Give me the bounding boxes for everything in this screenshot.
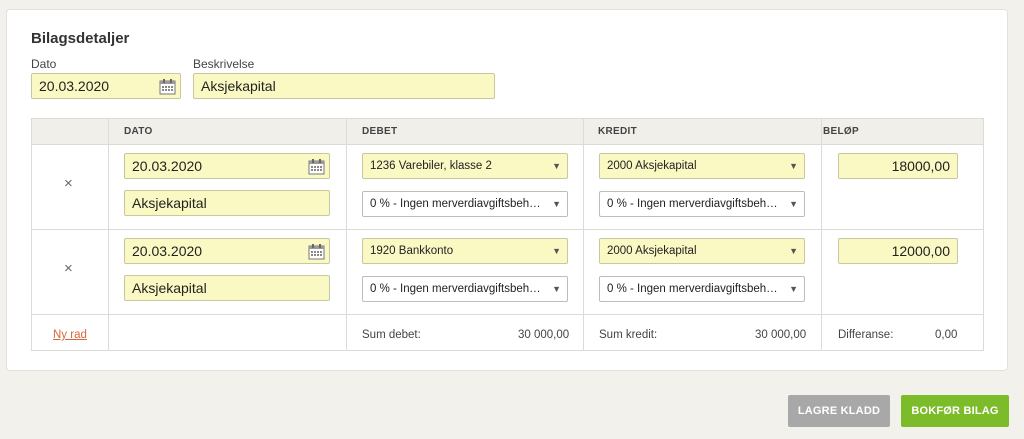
row-2-amount-input[interactable]: 12000,00 xyxy=(838,238,958,264)
row-divider xyxy=(32,229,983,230)
row-1-date-value: 20.03.2020 xyxy=(132,158,203,174)
row-2-credit-vat-value: 0 % - Ingen merverdiavgiftsbehandling xyxy=(607,283,804,295)
table-header: DATO DEBET KREDIT BELØP xyxy=(32,119,983,145)
post-voucher-button[interactable]: BOKFØR BILAG xyxy=(901,395,1009,427)
voucher-date-input[interactable]: 20.03.2020 xyxy=(31,73,181,99)
row-2-debit-vat-select[interactable]: 0 % - Ingen merverdiavgiftsbehandling ▼ xyxy=(362,276,568,302)
calendar-icon[interactable] xyxy=(308,243,325,260)
row-1-description-input[interactable]: Aksjekapital xyxy=(124,190,330,216)
row-1-credit-vat-select[interactable]: 0 % - Ingen merverdiavgiftsbehandling ▼ xyxy=(599,191,805,217)
row-1-debit-account-value: 1236 Varebiler, klasse 2 xyxy=(370,160,492,172)
sum-debit-value: 30 000,00 xyxy=(518,329,570,341)
row-1-debit-vat-select[interactable]: 0 % - Ingen merverdiavgiftsbehandling ▼ xyxy=(362,191,568,217)
difference-label: Differanse: xyxy=(838,329,894,341)
row-2-credit-account-value: 2000 Aksjekapital xyxy=(607,245,697,257)
column-header-credit: KREDIT xyxy=(598,126,638,137)
row-2-date-value: 20.03.2020 xyxy=(132,243,203,259)
voucher-date-value: 20.03.2020 xyxy=(39,78,110,94)
row-1-credit-account-select[interactable]: 2000 Aksjekapital ▼ xyxy=(599,153,805,179)
sum-debit-label: Sum debet: xyxy=(362,329,421,341)
column-header-debit: DEBET xyxy=(362,126,398,137)
entries-table: DATO DEBET KREDIT BELØP × 20.03.2020 Aks… xyxy=(31,118,984,351)
row-1-credit-vat-value: 0 % - Ingen merverdiavgiftsbehandling xyxy=(607,198,804,210)
description-label: Beskrivelse xyxy=(193,57,255,71)
row-1-debit-account-select[interactable]: 1236 Varebiler, klasse 2 ▼ xyxy=(362,153,568,179)
column-divider xyxy=(346,119,347,350)
chevron-down-icon: ▼ xyxy=(552,246,561,256)
row-2-debit-account-select[interactable]: 1920 Bankkonto ▼ xyxy=(362,238,568,264)
row-2-description-input[interactable]: Aksjekapital xyxy=(124,275,330,301)
row-1-date-input[interactable]: 20.03.2020 xyxy=(124,153,330,179)
row-1-debit-vat-value: 0 % - Ingen merverdiavgiftsbehandling xyxy=(370,198,567,210)
chevron-down-icon: ▼ xyxy=(789,199,798,209)
chevron-down-icon: ▼ xyxy=(789,284,798,294)
sum-credit-value: 30 000,00 xyxy=(755,329,807,341)
chevron-down-icon: ▼ xyxy=(552,199,561,209)
column-header-date: DATO xyxy=(124,126,153,137)
column-divider xyxy=(821,119,822,350)
sum-credit-label: Sum kredit: xyxy=(599,329,658,341)
calendar-icon[interactable] xyxy=(159,78,176,95)
row-1-credit-account-value: 2000 Aksjekapital xyxy=(607,160,697,172)
date-label: Dato xyxy=(31,57,57,71)
row-divider xyxy=(32,314,983,315)
calendar-icon[interactable] xyxy=(308,158,325,175)
add-row-link[interactable]: Ny rad xyxy=(53,329,87,341)
column-divider xyxy=(583,119,584,350)
row-2-date-input[interactable]: 20.03.2020 xyxy=(124,238,330,264)
voucher-details-card: Bilagsdetaljer Dato 20.03.2020 Beskrivel… xyxy=(6,9,1008,371)
section-title: Bilagsdetaljer xyxy=(31,30,130,47)
row-2-credit-account-select[interactable]: 2000 Aksjekapital ▼ xyxy=(599,238,805,264)
voucher-description-input[interactable]: Aksjekapital xyxy=(193,73,495,99)
column-divider xyxy=(108,119,109,350)
row-1-amount-input[interactable]: 18000,00 xyxy=(838,153,958,179)
difference-value: 0,00 xyxy=(935,329,958,341)
save-draft-button[interactable]: LAGRE KLADD xyxy=(788,395,890,427)
row-2-credit-vat-select[interactable]: 0 % - Ingen merverdiavgiftsbehandling ▼ xyxy=(599,276,805,302)
column-header-amount: BELØP xyxy=(823,126,859,137)
chevron-down-icon: ▼ xyxy=(552,161,561,171)
row-2-debit-account-value: 1920 Bankkonto xyxy=(370,245,454,257)
remove-row-1-icon[interactable]: × xyxy=(64,175,73,192)
chevron-down-icon: ▼ xyxy=(789,246,798,256)
chevron-down-icon: ▼ xyxy=(789,161,798,171)
row-2-debit-vat-value: 0 % - Ingen merverdiavgiftsbehandling xyxy=(370,283,567,295)
chevron-down-icon: ▼ xyxy=(552,284,561,294)
remove-row-2-icon[interactable]: × xyxy=(64,260,73,277)
